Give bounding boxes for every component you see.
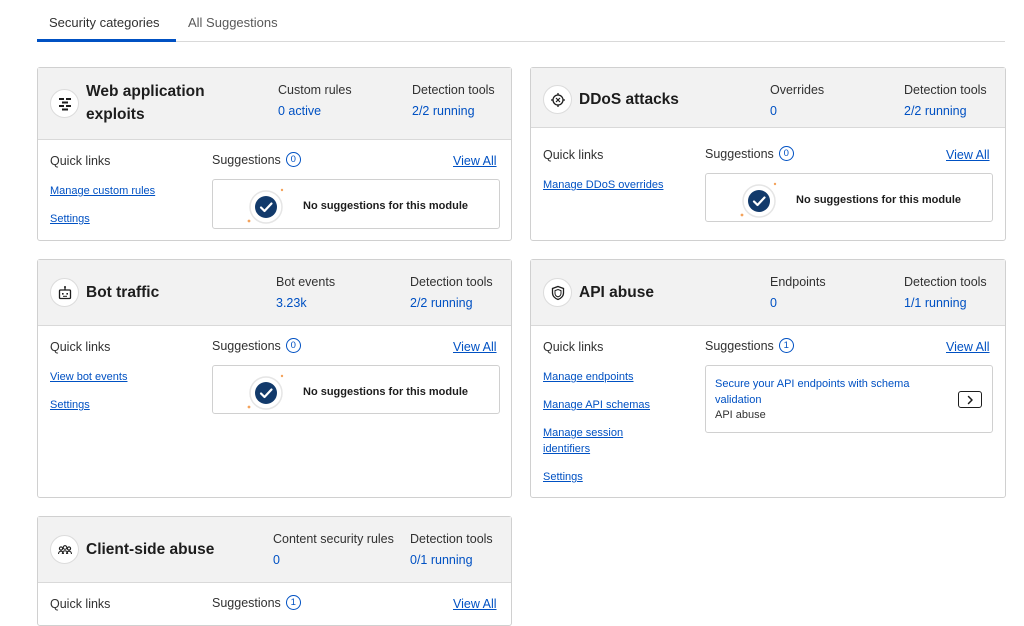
view-all-link[interactable]: View All xyxy=(946,340,990,354)
suggestions-count-badge: 0 xyxy=(285,338,301,353)
stat-value-content-security-rules[interactable]: 0 xyxy=(273,553,280,567)
check-badge-icon xyxy=(247,374,284,410)
stat-label-bot-events: Bot events xyxy=(276,275,336,289)
card-ddos-attacks: DDoS attacks Overrides 0 Detection tools… xyxy=(530,67,1006,241)
active-tab-indicator xyxy=(37,39,176,42)
stat-value-custom-rules[interactable]: 0 active xyxy=(278,104,321,118)
card-title: DDoS attacks xyxy=(579,91,679,108)
view-all-link[interactable]: View All xyxy=(453,340,497,354)
suggestions-label: Suggestions 0 xyxy=(212,152,301,167)
quick-links-label: Quick links xyxy=(543,148,604,162)
card-title: Bot traffic xyxy=(86,284,160,301)
card-header: Bot traffic Bot events 3.23k Detection t… xyxy=(38,260,511,326)
settings-link[interactable]: Settings xyxy=(543,469,583,485)
empty-suggestions-box: No suggestions for this module xyxy=(212,179,500,229)
suggestions-label: Suggestions 0 xyxy=(705,146,794,161)
card-api-abuse: API abuse Endpoints 0 Detection tools 1/… xyxy=(530,259,1006,498)
stat-label-custom-rules: Custom rules xyxy=(278,83,352,97)
stat-value-detection-tools[interactable]: 2/2 running xyxy=(412,104,475,118)
stat-value-endpoints[interactable]: 0 xyxy=(770,296,777,310)
suggestions-count-badge: 0 xyxy=(778,146,794,161)
stat-label-detection-tools: Detection tools xyxy=(410,275,493,289)
quick-links-label: Quick links xyxy=(543,340,604,354)
suggestions-count-badge: 0 xyxy=(285,152,301,167)
card-header: Client-side abuse Content security rules… xyxy=(38,517,511,583)
manage-custom-rules-link[interactable]: Manage custom rules xyxy=(50,183,155,199)
stat-value-detection-tools[interactable]: 2/2 running xyxy=(410,296,473,310)
suggestions-count-badge: 1 xyxy=(778,338,794,353)
stat-label-content-security-rules: Content security rules xyxy=(273,532,394,546)
shield-icon xyxy=(543,278,572,307)
tab-bar: Security categories All Suggestions xyxy=(37,0,1005,42)
robot-icon xyxy=(50,278,79,307)
suggestion-open-button[interactable] xyxy=(958,391,982,408)
stat-value-bot-events[interactable]: 3.23k xyxy=(276,296,307,310)
tab-security-categories[interactable]: Security categories xyxy=(49,15,160,30)
suggestion-subtitle: API abuse xyxy=(715,409,766,421)
stat-label-endpoints: Endpoints xyxy=(770,275,826,289)
stat-value-overrides[interactable]: 0 xyxy=(770,104,777,118)
empty-suggestions-box: No suggestions for this module xyxy=(705,173,993,222)
card-bot-traffic: Bot traffic Bot events 3.23k Detection t… xyxy=(37,259,512,498)
suggestions-count-badge: 1 xyxy=(285,595,301,610)
empty-suggestions-box: No suggestions for this module xyxy=(212,365,500,414)
card-client-side-abuse: Client-side abuse Content security rules… xyxy=(37,516,512,626)
suggestions-label: Suggestions 1 xyxy=(705,338,794,353)
check-badge-icon xyxy=(740,182,777,218)
manage-ddos-overrides-link[interactable]: Manage DDoS overrides xyxy=(543,177,663,193)
card-title: API abuse xyxy=(579,284,654,301)
stat-label-detection-tools: Detection tools xyxy=(412,83,495,97)
check-badge-icon xyxy=(247,188,284,224)
card-title: Client-side abuse xyxy=(86,541,215,558)
stat-value-detection-tools[interactable]: 2/2 running xyxy=(904,104,967,118)
view-all-link[interactable]: View All xyxy=(453,597,497,611)
card-title: Web application exploits xyxy=(86,83,205,123)
view-bot-events-link[interactable]: View bot events xyxy=(50,369,127,385)
manage-session-identifiers-link[interactable]: Manage session identifiers xyxy=(543,425,643,457)
suggestion-item[interactable]: Secure your API endpoints with schema va… xyxy=(705,365,993,433)
manage-endpoints-link[interactable]: Manage endpoints xyxy=(543,369,634,385)
view-all-link[interactable]: View All xyxy=(453,154,497,168)
stat-label-overrides: Overrides xyxy=(770,83,825,97)
quick-links-label: Quick links xyxy=(50,597,111,611)
settings-link[interactable]: Settings xyxy=(50,211,90,227)
empty-suggestions-text: No suggestions for this module xyxy=(796,194,962,206)
card-header: API abuse Endpoints 0 Detection tools 1/… xyxy=(531,260,1005,326)
suggestions-label: Suggestions 1 xyxy=(212,595,301,610)
card-header: Web application exploits Custom rules 0 … xyxy=(38,68,511,140)
stat-value-detection-tools[interactable]: 1/1 running xyxy=(904,296,967,310)
empty-suggestions-text: No suggestions for this module xyxy=(303,200,469,212)
suggestion-title[interactable]: Secure your API endpoints with schema va… xyxy=(715,376,940,408)
view-all-link[interactable]: View All xyxy=(946,148,990,162)
empty-suggestions-text: No suggestions for this module xyxy=(303,386,469,398)
stat-label-detection-tools: Detection tools xyxy=(904,83,987,97)
tab-all-suggestions[interactable]: All Suggestions xyxy=(188,15,278,30)
stat-value-detection-tools[interactable]: 0/1 running xyxy=(410,553,473,567)
quick-links-label: Quick links xyxy=(50,154,111,168)
settings-link[interactable]: Settings xyxy=(50,397,90,413)
users-icon xyxy=(50,535,79,564)
card-header: DDoS attacks Overrides 0 Detection tools… xyxy=(531,68,1005,128)
suggestions-label: Suggestions 0 xyxy=(212,338,301,353)
ddos-target-icon xyxy=(543,85,572,114)
quick-links-label: Quick links xyxy=(50,340,111,354)
card-web-application-exploits: Web application exploits Custom rules 0 … xyxy=(37,67,512,241)
manage-api-schemas-link[interactable]: Manage API schemas xyxy=(543,397,650,413)
stat-label-detection-tools: Detection tools xyxy=(904,275,987,289)
chevron-right-icon xyxy=(967,395,973,404)
firewall-icon xyxy=(50,89,79,118)
stat-label-detection-tools: Detection tools xyxy=(410,532,493,546)
